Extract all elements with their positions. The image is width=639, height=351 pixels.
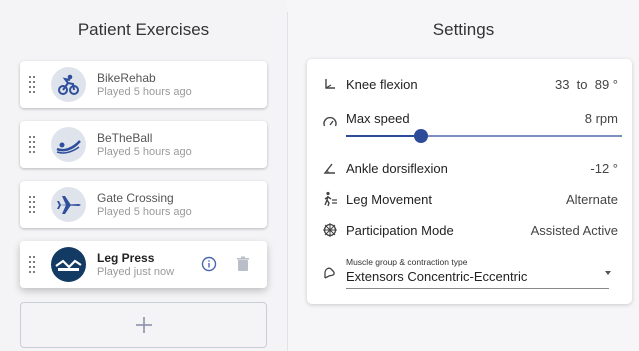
exercise-played-time: Played 5 hours ago	[97, 206, 192, 218]
leg-movement-row[interactable]: Leg Movement Alternate	[307, 189, 632, 209]
max-speed-row: Max speed 8 rpm	[307, 108, 632, 128]
muscle-arm-icon	[322, 264, 338, 280]
participation-mode-value: Assisted Active	[530, 223, 618, 238]
max-speed-value: 8 rpm	[584, 111, 618, 126]
patient-exercises-panel: Patient Exercises BikeRehab Played 5 hou…	[0, 0, 287, 351]
settings-panel: Settings Knee flexion 33 to 89 ° Max spe…	[288, 0, 639, 351]
exercise-card-bikerehab[interactable]: BikeRehab Played 5 hours ago	[20, 61, 267, 108]
plus-icon	[136, 317, 152, 333]
knee-icon	[322, 76, 338, 92]
speedometer-icon	[322, 115, 338, 131]
delete-icon[interactable]	[236, 256, 250, 272]
max-speed-slider-thumb[interactable]	[413, 129, 428, 143]
exercise-card-gate-crossing[interactable]: Gate Crossing Played 5 hours ago	[20, 181, 267, 228]
info-icon[interactable]	[201, 256, 217, 272]
ankle-dorsiflexion-row[interactable]: Ankle dorsiflexion -12 °	[307, 158, 632, 178]
settings-card: Knee flexion 33 to 89 ° Max speed 8 rpm …	[307, 59, 632, 304]
drag-handle-icon[interactable]	[29, 76, 37, 94]
exercise-card-leg-press[interactable]: Leg Press Played just now	[20, 241, 267, 288]
muscle-group-underline	[346, 288, 609, 289]
exercise-name: BikeRehab	[97, 71, 156, 85]
settings-title: Settings	[432, 20, 495, 39]
knee-flexion-row[interactable]: Knee flexion 33 to 89 °	[307, 74, 632, 94]
walking-person-icon	[322, 191, 338, 207]
exercise-played-time: Played just now	[97, 266, 175, 278]
exercise-card-betheball[interactable]: BeTheBall Played 5 hours ago	[20, 121, 267, 168]
exercise-played-time: Played 5 hours ago	[97, 146, 192, 158]
exercise-played-time: Played 5 hours ago	[97, 86, 192, 98]
ankle-dorsiflexion-label: Ankle dorsiflexion	[346, 161, 448, 176]
ankle-dorsiflexion-value: -12 °	[590, 161, 618, 176]
max-speed-slider-fill	[346, 135, 421, 137]
exercise-name: BeTheBall	[97, 131, 153, 145]
participation-mode-label: Participation Mode	[346, 223, 454, 238]
water-slide-icon	[51, 127, 86, 162]
angle-icon	[322, 160, 338, 176]
patient-exercises-title: Patient Exercises	[77, 20, 210, 39]
leg-movement-label: Leg Movement	[346, 192, 432, 207]
knee-flexion-value: 33 to 89 °	[554, 77, 618, 92]
max-speed-label: Max speed	[346, 111, 410, 126]
participation-mode-row[interactable]: Participation Mode Assisted Active	[307, 220, 632, 240]
muscle-group-label: Muscle group & contraction type	[346, 257, 468, 267]
wheel-icon	[322, 222, 338, 238]
leg-press-icon	[51, 247, 86, 282]
leg-movement-value: Alternate	[565, 192, 618, 207]
dropdown-caret-icon[interactable]	[605, 271, 611, 275]
exercise-name: Gate Crossing	[97, 191, 174, 205]
muscle-group-select[interactable]: Extensors Concentric-Eccentric	[346, 269, 527, 284]
add-exercise-button[interactable]	[20, 302, 267, 348]
drag-handle-icon[interactable]	[29, 136, 37, 154]
airplane-icon	[51, 187, 86, 222]
knee-flexion-label: Knee flexion	[346, 77, 418, 92]
drag-handle-icon[interactable]	[29, 196, 37, 214]
drag-handle-icon[interactable]	[29, 256, 37, 274]
bike-rider-icon	[51, 67, 86, 102]
exercise-name: Leg Press	[97, 251, 155, 265]
